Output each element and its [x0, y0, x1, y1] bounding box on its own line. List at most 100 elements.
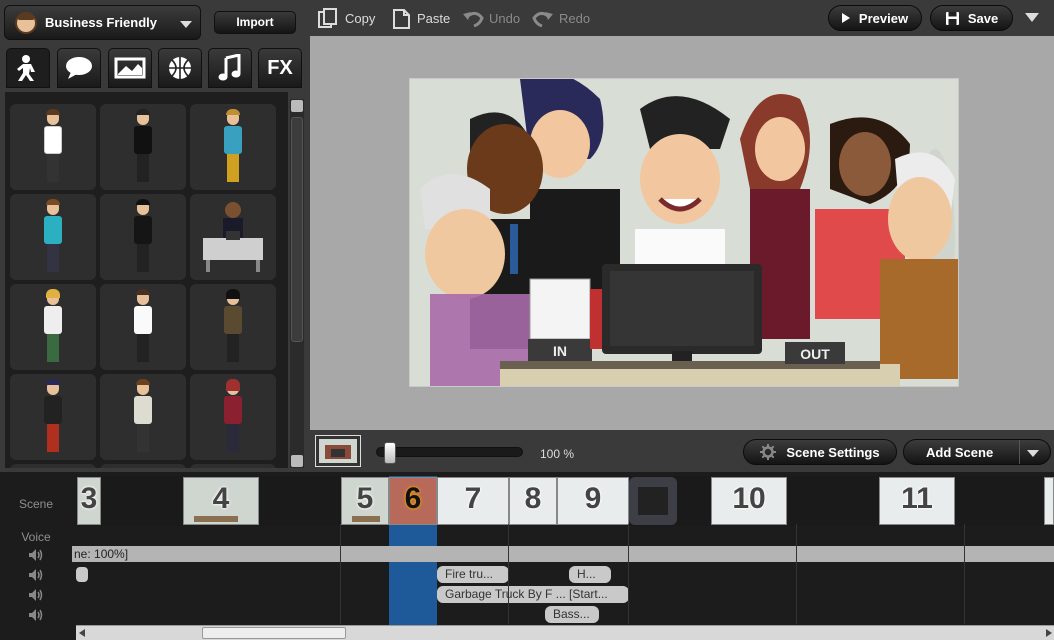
speech-bubble-icon [66, 57, 92, 79]
tab-characters[interactable] [6, 48, 50, 88]
scene-thumb-partial[interactable] [1044, 477, 1054, 525]
scene-thumb-10[interactable]: 10 [711, 477, 787, 525]
scroll-up-icon[interactable] [291, 100, 303, 112]
character-thumb[interactable] [10, 104, 96, 190]
character-figure [40, 109, 66, 185]
tab-backgrounds[interactable] [108, 48, 152, 88]
timeline-scroll-thumb[interactable] [202, 627, 346, 639]
timeline-scrollbar[interactable] [76, 625, 1054, 640]
character-figure [220, 289, 246, 365]
character-thumb[interactable] [190, 104, 276, 190]
scene-settings-button[interactable]: Scene Settings [743, 439, 897, 465]
zoom-slider-track[interactable] [376, 447, 523, 457]
paste-button[interactable]: Paste [392, 8, 450, 29]
preview-button[interactable]: Preview [828, 5, 922, 31]
speaker-icon[interactable] [28, 608, 44, 622]
speaker-icon[interactable] [28, 568, 44, 582]
scene-thumb-8[interactable]: 8 [509, 477, 557, 525]
character-thumb[interactable] [10, 374, 96, 460]
track-divider [508, 524, 509, 624]
scene-thumb-3[interactable]: 3 [77, 477, 101, 525]
character-thumb[interactable] [190, 194, 276, 280]
character-figure [220, 109, 246, 185]
character-thumb[interactable] [190, 284, 276, 370]
scene-thumb-4[interactable]: 4 [183, 477, 259, 525]
character-figure [130, 199, 156, 275]
office-team-scene: IN OUT [410, 79, 958, 386]
character-thumb[interactable] [100, 374, 186, 460]
track-divider [340, 524, 341, 624]
chevron-down-icon[interactable] [1027, 450, 1039, 457]
asset-panel: Business Friendly Import FX [0, 0, 310, 472]
copy-button[interactable]: Copy [318, 8, 375, 28]
track-divider [964, 524, 965, 624]
theme-selector[interactable]: Business Friendly [4, 5, 201, 40]
character-figure [220, 379, 246, 455]
track-divider [796, 524, 797, 624]
scroll-right-icon[interactable] [1046, 629, 1052, 637]
ball-icon [169, 57, 191, 79]
scene-thumbnail[interactable] [315, 435, 361, 467]
track-header: ne: 100%] [72, 546, 1054, 562]
character-figure [40, 379, 66, 455]
speaker-icon[interactable] [28, 548, 44, 562]
scene-placeholder[interactable] [629, 477, 677, 525]
undo-button[interactable]: Undo [462, 8, 520, 28]
scroll-thumb[interactable] [291, 117, 303, 342]
tab-effects[interactable]: FX [258, 48, 302, 88]
fx-label: FX [267, 56, 293, 79]
scroll-left-icon[interactable] [79, 629, 85, 637]
audio-chip-small[interactable] [76, 567, 88, 582]
top-toolbar: Copy Paste Undo Redo Preview Save [310, 0, 1054, 36]
tab-props[interactable] [158, 48, 202, 88]
add-scene-button[interactable]: Add Scene [903, 439, 1051, 465]
chevron-down-icon [180, 21, 192, 28]
character-figure [130, 109, 156, 185]
image-icon [114, 57, 146, 79]
character-thumb[interactable] [100, 194, 186, 280]
save-button[interactable]: Save [930, 5, 1013, 31]
scene-thumb-5[interactable]: 5 [341, 477, 389, 525]
asset-scrollbar[interactable] [290, 99, 304, 468]
speaker-icon[interactable] [28, 588, 44, 602]
scene-canvas[interactable]: IN OUT [409, 78, 959, 387]
import-button[interactable]: Import [214, 11, 296, 34]
scene-thumb-11[interactable]: 11 [879, 477, 955, 525]
character-thumb[interactable] [100, 104, 186, 190]
desk-character-figure [203, 202, 263, 272]
add-scene-label: Add Scene [926, 444, 994, 460]
audio-chip[interactable]: H... [569, 566, 611, 583]
undo-label: Undo [489, 10, 521, 26]
character-thumb[interactable] [10, 464, 96, 468]
audio-chip[interactable]: Bass... [545, 606, 599, 623]
character-icon [17, 55, 35, 81]
redo-icon [532, 11, 553, 28]
character-thumb[interactable] [190, 374, 276, 460]
tab-bubbles[interactable] [57, 48, 101, 88]
redo-button[interactable]: Redo [532, 8, 590, 28]
tab-music[interactable] [208, 48, 252, 88]
scene-number: 11 [901, 482, 933, 515]
character-thumb[interactable] [190, 464, 276, 468]
audio-chip[interactable]: Garbage Truck By F ... [Start... [437, 586, 629, 603]
character-figure [130, 289, 156, 365]
scene-number: 7 [464, 482, 482, 515]
character-figure [130, 379, 156, 455]
scene-number: 3 [80, 482, 98, 515]
character-thumb[interactable] [10, 284, 96, 370]
scene-thumb-6[interactable]: 6 [389, 477, 437, 525]
scene-number: 10 [732, 482, 766, 515]
scene-thumb-7[interactable]: 7 [437, 477, 509, 525]
scene-thumb-9[interactable]: 9 [557, 477, 629, 525]
character-thumb[interactable] [100, 284, 186, 370]
scene-number: 4 [212, 482, 230, 515]
scroll-down-icon[interactable] [291, 455, 303, 467]
play-icon [841, 13, 850, 23]
menu-dropdown-icon[interactable] [1025, 13, 1039, 22]
zoom-slider-handle[interactable] [384, 442, 396, 464]
paste-icon [393, 9, 410, 29]
character-thumb[interactable] [100, 464, 186, 468]
audio-chip[interactable]: Fire tru... [437, 566, 509, 583]
scene-number: 9 [584, 482, 602, 515]
character-thumb[interactable] [10, 194, 96, 280]
